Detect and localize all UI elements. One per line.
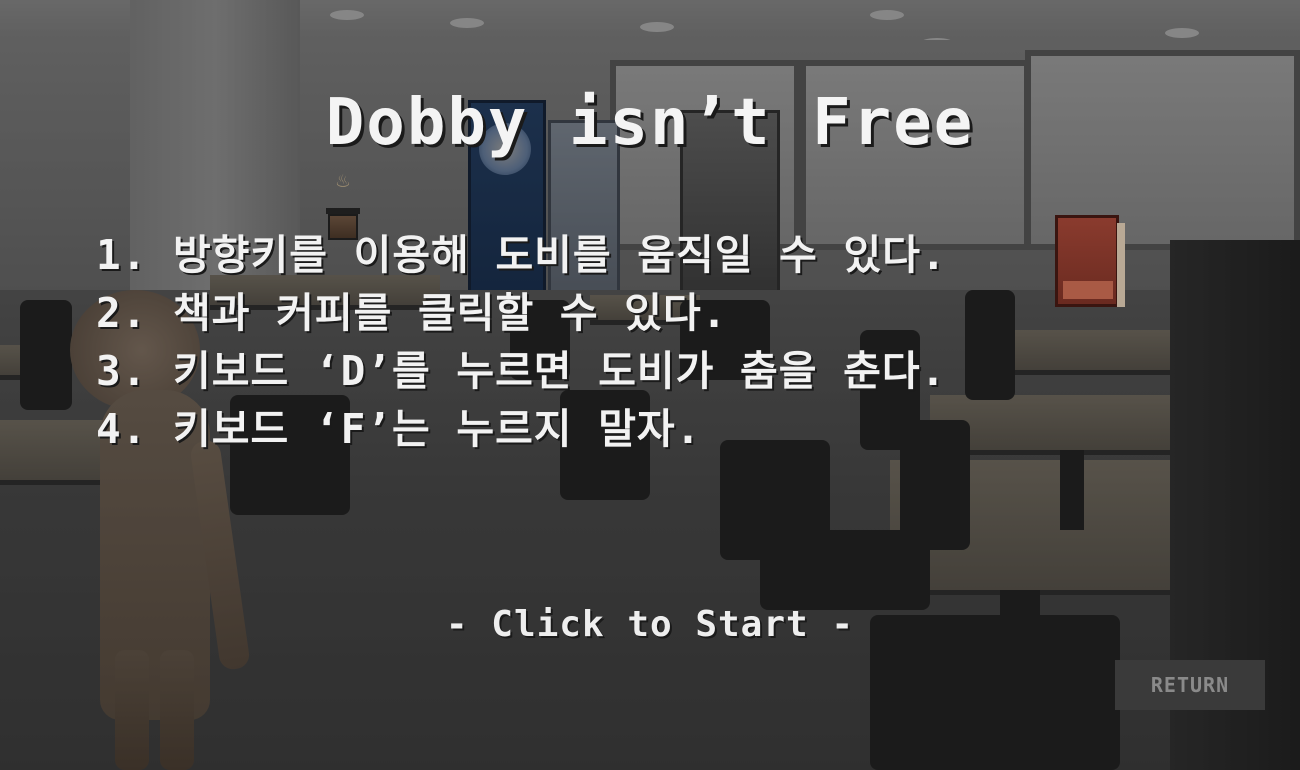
game-screen[interactable]: ♨ Dobby isn’t Free 1. 방향키를 이용해 도비를 움직일 수… <box>0 0 1300 770</box>
rule-3: 3. 키보드 ‘D’를 누르면 도비가 춤을 춘다. <box>96 347 947 395</box>
game-title: Dobby isn’t Free <box>325 86 975 160</box>
rule-1: 1. 방향키를 이용해 도비를 움직일 수 있다. <box>96 231 947 279</box>
rule-2: 2. 책과 커피를 클릭할 수 있다. <box>96 289 728 337</box>
rule-4: 4. 키보드 ‘F’는 누르지 말자. <box>96 405 702 453</box>
return-button[interactable]: RETURN <box>1115 660 1265 710</box>
steam-icon: ♨ <box>336 168 350 193</box>
start-prompt[interactable]: - Click to Start - <box>0 604 1300 645</box>
rules-list: 1. 방향키를 이용해 도비를 움직일 수 있다. 2. 책과 커피를 클릭할 … <box>96 226 1236 458</box>
